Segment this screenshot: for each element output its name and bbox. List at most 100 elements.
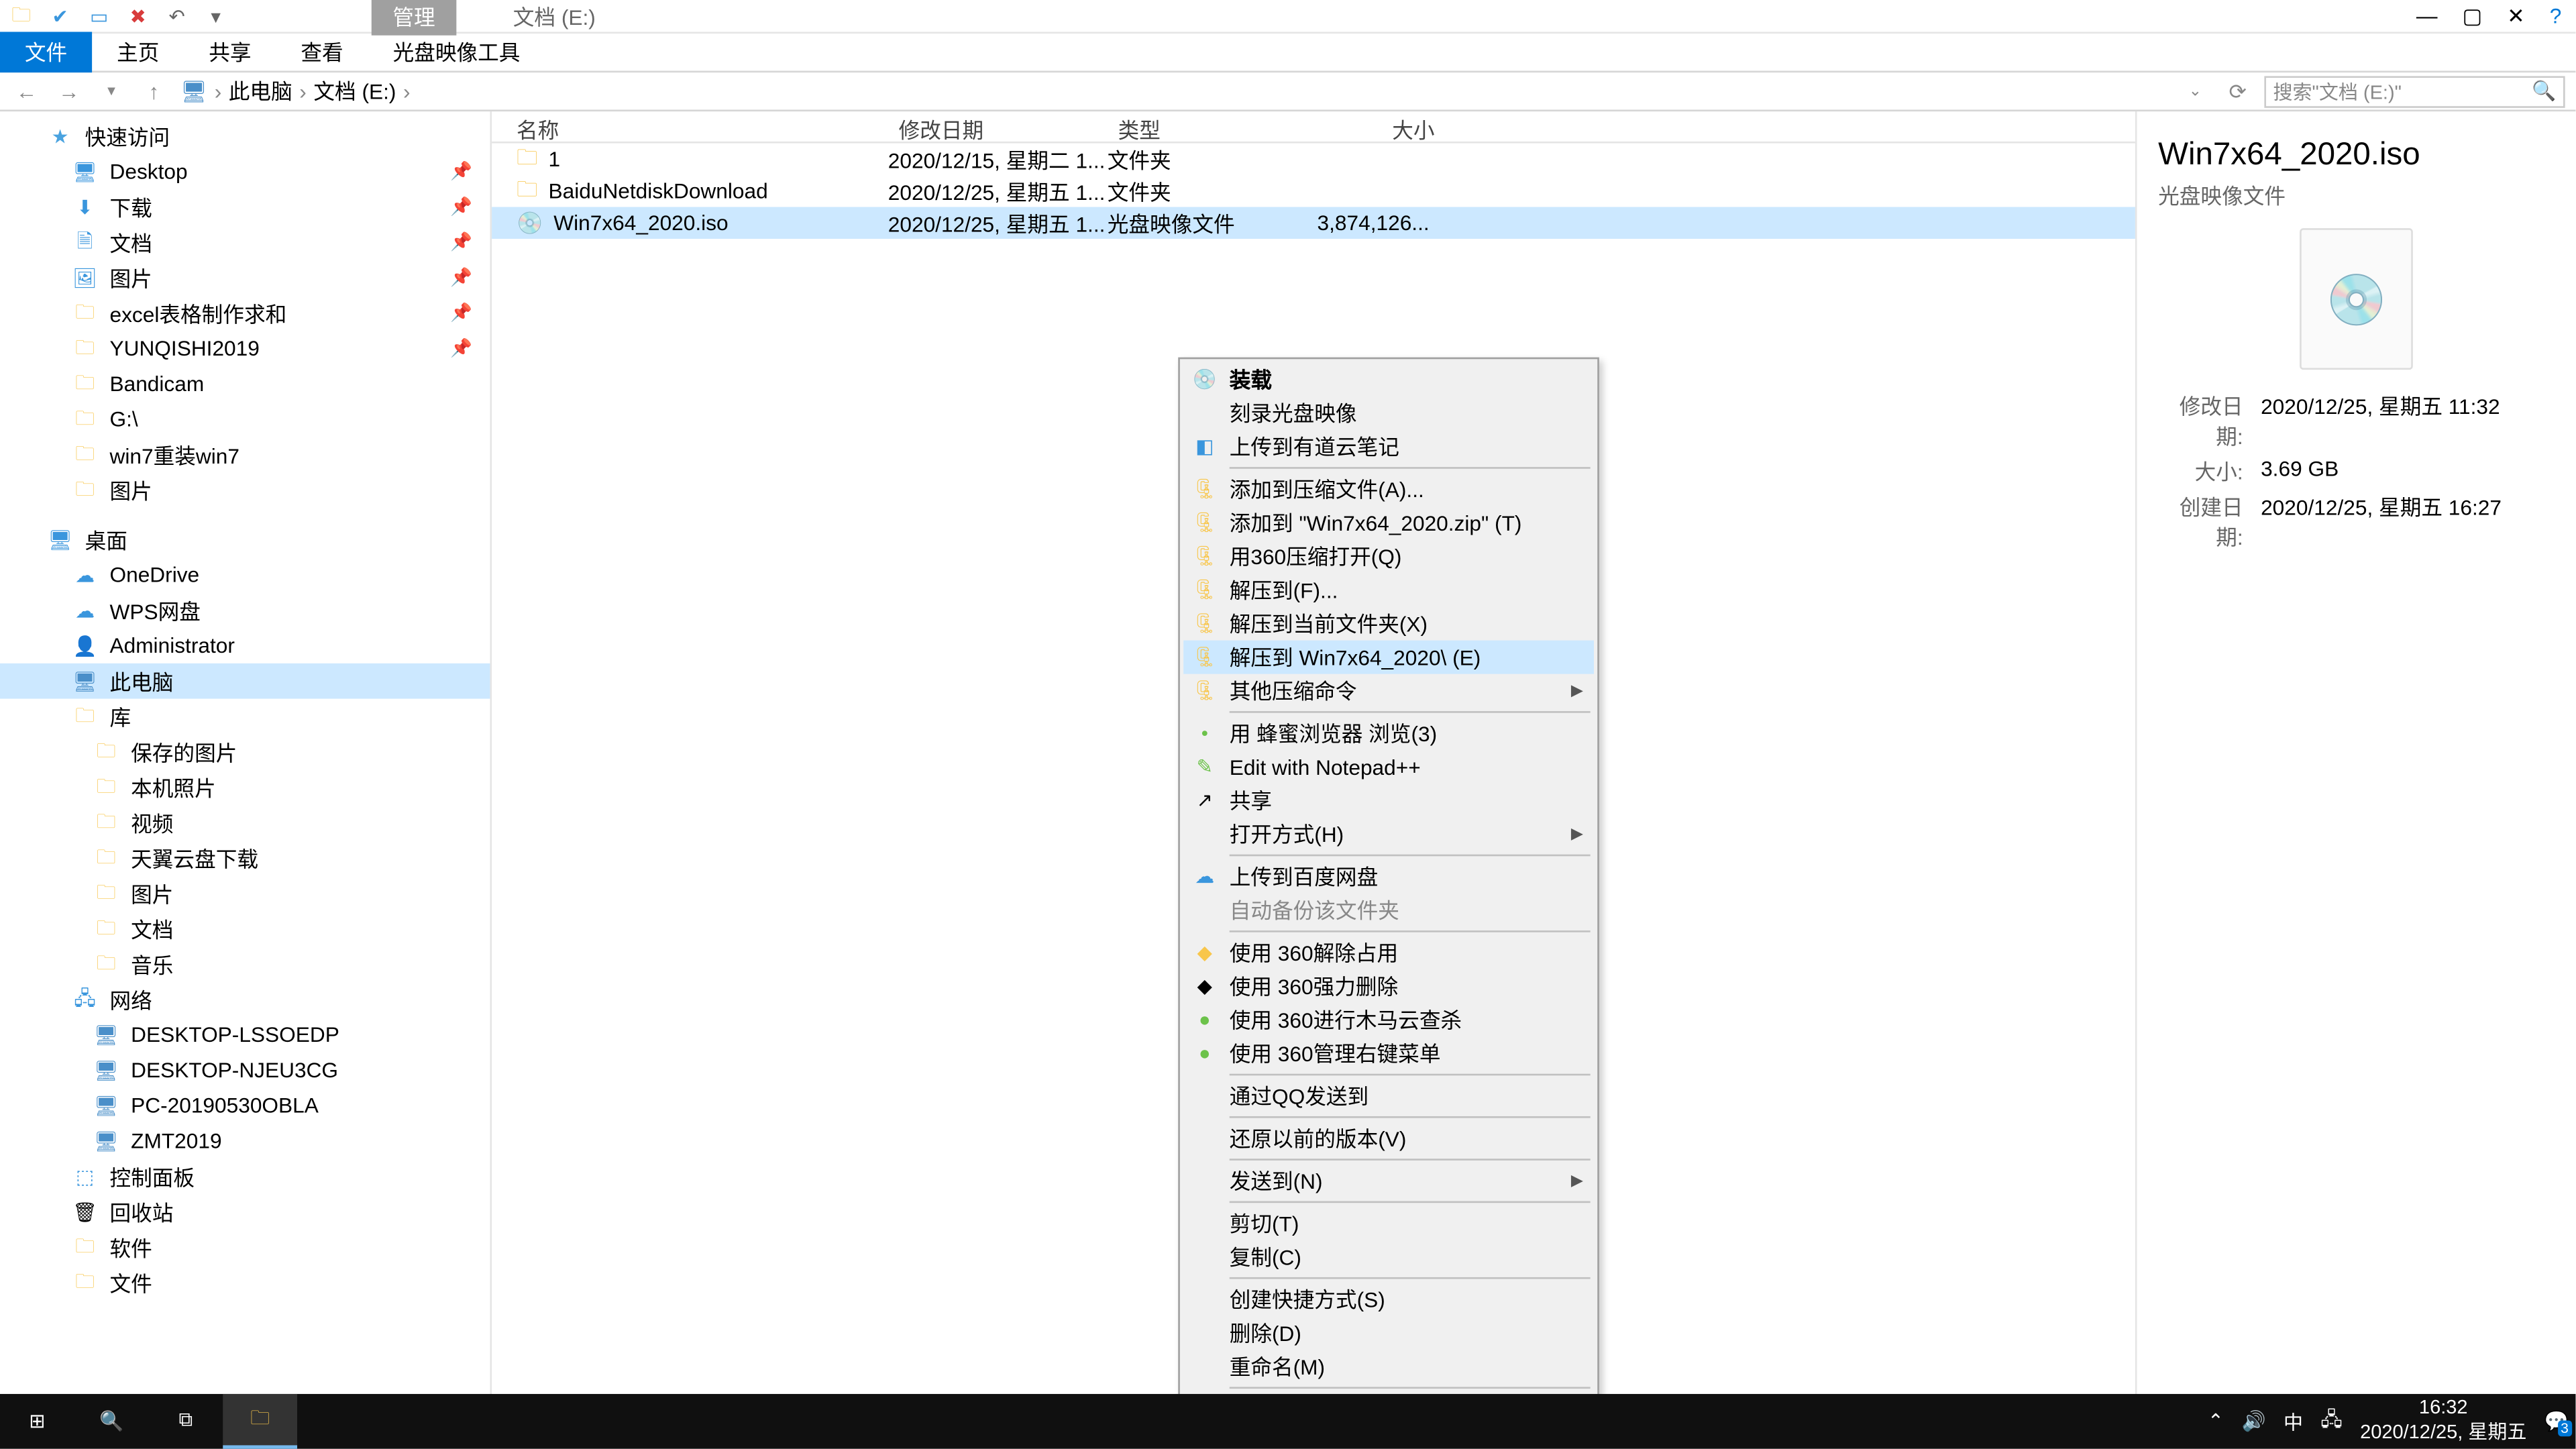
context-menu-item[interactable]: •用 蜂蜜浏览器 浏览(3) [1183,716,1594,750]
sidebar-item[interactable]: 🗎文档📌 [0,225,490,260]
context-menu-item[interactable]: 刻录光盘映像 [1183,396,1594,430]
sidebar-item[interactable]: 🖥DESKTOP-LSSOEDP [0,1017,490,1053]
sidebar-item[interactable]: 🖥桌面 [0,522,490,557]
qat-dropdown-icon[interactable]: ▾ [202,2,230,30]
delete-icon[interactable]: ✖ [124,2,152,30]
sidebar-item[interactable]: 🗀YUNQISHI2019📌 [0,331,490,366]
sidebar-item[interactable]: 🗀视频 [0,805,490,841]
sidebar-item[interactable]: ☁OneDrive [0,557,490,593]
context-menu-item[interactable]: 发送到(N)▶ [1183,1164,1594,1197]
sidebar-item[interactable]: 🖧网络 [0,982,490,1018]
action-center-icon[interactable]: 💬3 [2544,1410,2569,1433]
up-button[interactable]: ↑ [138,78,170,103]
sidebar-item[interactable]: 🗀Bandicam [0,366,490,402]
sidebar-item[interactable]: 🖥DESKTOP-NJEU3CG [0,1053,490,1088]
context-menu-item[interactable]: ✎Edit with Notepad++ [1183,750,1594,784]
context-menu-item[interactable]: ●使用 360管理右键菜单 [1183,1036,1594,1070]
ribbon-tab-file[interactable]: 文件 [0,32,92,72]
file-row[interactable]: 🗀12020/12/15, 星期二 1...文件夹 [492,144,2135,175]
sidebar-item[interactable]: 🗀G:\ [0,402,490,437]
forward-button[interactable]: → [53,78,85,103]
task-view-button[interactable]: ⧉ [149,1394,223,1449]
sidebar-item[interactable]: 🗀文件 [0,1265,490,1300]
file-row[interactable]: 🗀BaiduNetdiskDownload2020/12/25, 星期五 1..… [492,175,2135,207]
context-menu-item[interactable]: 重命名(M) [1183,1350,1594,1383]
sidebar-item[interactable]: 🗀excel表格制作求和📌 [0,295,490,331]
context-menu-item[interactable]: 复制(C) [1183,1240,1594,1274]
network-icon[interactable]: 🖧 [2320,1405,2342,1438]
ime-indicator[interactable]: 中 [2284,1407,2303,1436]
prop-icon[interactable]: ▭ [85,2,113,30]
back-button[interactable]: ← [11,78,42,103]
sidebar-item[interactable]: 🗀图片 [0,472,490,508]
context-menu-item[interactable]: 🗜添加到 "Win7x64_2020.zip" (T) [1183,506,1594,539]
context-menu-item[interactable]: ◧上传到有道云笔记 [1183,430,1594,464]
context-menu-item[interactable]: 🗜其他压缩命令▶ [1183,674,1594,708]
sidebar-item[interactable]: 🗀本机照片 [0,769,490,805]
taskbar-clock[interactable]: 16:32 2020/12/25, 星期五 [2360,1398,2526,1445]
sidebar-item[interactable]: ☁WPS网盘 [0,592,490,628]
context-menu-item[interactable]: 创建快捷方式(S) [1183,1283,1594,1316]
sidebar-item[interactable]: 🖥ZMT2019 [0,1123,490,1159]
search-taskbar-button[interactable]: 🔍 [74,1394,149,1449]
ribbon-tab-home[interactable]: 主页 [92,32,184,72]
context-menu-item[interactable]: 🗜解压到(F)... [1183,573,1594,606]
context-menu-item[interactable]: 🗜解压到当前文件夹(X) [1183,606,1594,640]
context-menu-item[interactable]: ◆使用 360强力删除 [1183,969,1594,1003]
context-menu-item[interactable]: 还原以前的版本(V) [1183,1122,1594,1155]
minimize-button[interactable]: — [2416,3,2438,28]
check-icon[interactable]: ✔ [46,2,74,30]
sidebar-item[interactable]: 🗀图片 [0,875,490,911]
sidebar-item[interactable]: 🗀库 [0,699,490,735]
volume-icon[interactable]: 🔊 [2241,1410,2265,1433]
sidebar-item[interactable]: 👤Administrator [0,628,490,663]
sidebar-item[interactable]: ⬚控制面板 [0,1159,490,1194]
explorer-taskbar-button[interactable]: 🗀 [223,1394,297,1449]
undo-icon[interactable]: ↶ [163,2,191,30]
context-menu-item[interactable]: ◆使用 360解除占用 [1183,936,1594,969]
sidebar-item[interactable]: 🗀保存的图片 [0,734,490,769]
sidebar-item[interactable]: 🖼图片📌 [0,260,490,296]
context-menu-item[interactable]: 剪切(T) [1183,1206,1594,1240]
sidebar-item[interactable]: 🗀文档 [0,911,490,947]
search-input[interactable]: 搜索"文档 (E:)" 🔍 [2264,75,2565,107]
sidebar-item[interactable]: 🖥Desktop📌 [0,154,490,189]
context-menu-item[interactable]: ●使用 360进行木马云查杀 [1183,1003,1594,1036]
start-button[interactable]: ⊞ [0,1394,74,1449]
col-date[interactable]: 修改日期 [888,111,1108,142]
col-size[interactable]: 大小 [1288,111,1447,142]
breadcrumb-root[interactable]: 此电脑 [229,76,292,106]
context-menu-item[interactable]: 删除(D) [1183,1316,1594,1350]
col-type[interactable]: 类型 [1108,111,1288,142]
sidebar-item[interactable]: ★快速访问 [0,119,490,154]
sidebar-item[interactable]: ⬇下载📌 [0,189,490,225]
ribbon-tab-disc-tool[interactable]: 光盘映像工具 [368,32,545,72]
sidebar-item[interactable]: 🗀软件 [0,1230,490,1265]
context-menu-item[interactable]: ☁上传到百度网盘 [1183,860,1594,894]
tab-manage[interactable]: 管理 [372,0,457,34]
help-icon[interactable]: ? [2550,3,2562,28]
context-menu-item[interactable]: 🗜添加到压缩文件(A)... [1183,472,1594,506]
context-menu-item[interactable]: ↗共享 [1183,784,1594,817]
file-row[interactable]: 💿Win7x64_2020.iso2020/12/25, 星期五 1...光盘映… [492,207,2135,239]
context-menu-item[interactable]: 💿装载 [1183,363,1594,396]
maximize-button[interactable]: ▢ [2462,3,2482,28]
sidebar-item[interactable]: 🗀win7重装win7 [0,437,490,472]
context-menu-item[interactable]: 🗜用360压缩打开(Q) [1183,539,1594,573]
breadcrumb[interactable]: 🖥 › 此电脑 › 文档 (E:) › [180,76,2169,106]
close-button[interactable]: ✕ [2507,3,2525,28]
history-dropdown[interactable]: ▾ [95,81,127,101]
context-menu-item[interactable]: 打开方式(H)▶ [1183,817,1594,851]
tray-overflow-icon[interactable]: ⌃ [2208,1410,2224,1433]
sidebar-item[interactable]: 🗀音乐 [0,947,490,982]
col-name[interactable]: 名称 [492,111,888,142]
breadcrumb-location[interactable]: 文档 (E:) [313,76,396,106]
ribbon-tab-view[interactable]: 查看 [276,32,368,72]
address-dropdown[interactable]: ⌄ [2180,81,2211,101]
sidebar-item[interactable]: 🗑回收站 [0,1194,490,1230]
ribbon-tab-share[interactable]: 共享 [184,32,276,72]
sidebar-item[interactable]: 🗀天翼云盘下载 [0,841,490,876]
context-menu-item[interactable]: 🗜解压到 Win7x64_2020\ (E) [1183,641,1594,674]
context-menu-item[interactable]: 通过QQ发送到 [1183,1079,1594,1113]
refresh-button[interactable]: ⟳ [2222,78,2253,103]
